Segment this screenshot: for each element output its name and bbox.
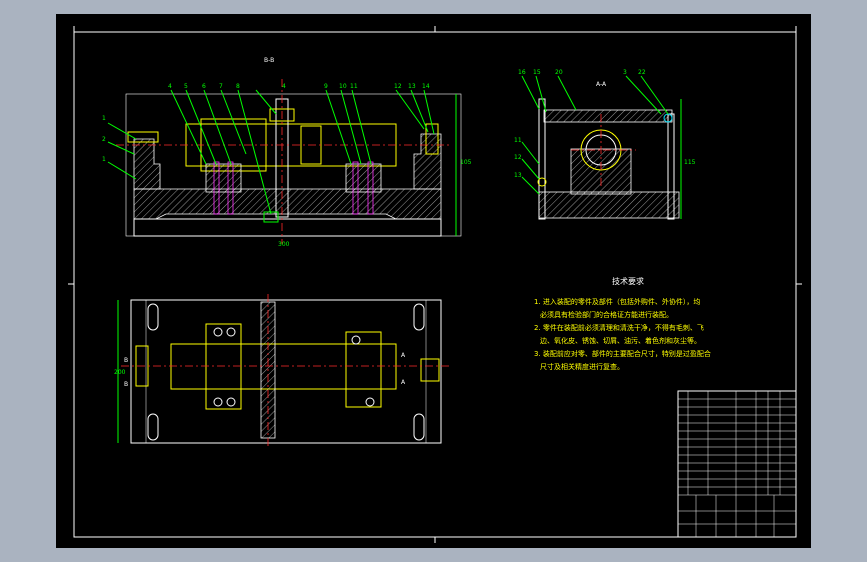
side-top-strap xyxy=(543,109,673,123)
base-bottom xyxy=(133,218,442,237)
v-block-left xyxy=(205,163,242,193)
plan-right-stop xyxy=(420,358,440,382)
section-label-bb: B-B xyxy=(264,57,274,64)
side-v-block xyxy=(570,148,632,195)
plan-view: 200 B B A A xyxy=(114,294,451,449)
left-upright xyxy=(133,138,161,190)
part-number-label: 13 xyxy=(514,172,522,179)
plan-shaft xyxy=(170,343,397,390)
dimension-text: 105 xyxy=(460,159,472,166)
tech-requirement-line: 尺寸及相关精度进行复查。 xyxy=(540,362,624,371)
part-number-label: 3 xyxy=(623,69,627,76)
part-number-label: 22 xyxy=(638,69,646,76)
tech-requirement-line: 必须具有检验部门的合格证方能进行装配。 xyxy=(540,310,673,319)
section-mark: A xyxy=(401,379,406,386)
part-number-label: 4 xyxy=(282,83,286,90)
tech-requirement-line: 2. 零件在装配前必须清理和清洗干净，不得有毛刺、飞 xyxy=(534,323,704,332)
part-number-label: 15 xyxy=(533,69,541,76)
part-number-label: 12 xyxy=(514,154,522,161)
part-number-label: 12 xyxy=(394,83,402,90)
cad-application: B-B 1 2 1 4 5 6 7 8 4 9 10 11 12 13 14 1… xyxy=(0,0,867,562)
bolt-head xyxy=(213,397,223,407)
front-section-view: B-B 1 2 1 4 5 6 7 8 4 9 10 11 12 13 14 1… xyxy=(102,57,472,248)
part-number-label: 11 xyxy=(514,137,522,144)
side-section-view: A-A 16 15 20 3 22 11 12 13 115 xyxy=(514,69,696,220)
bolt-head xyxy=(226,397,236,407)
part-number-label: 14 xyxy=(422,83,430,90)
part-number-label: 2 xyxy=(102,136,106,143)
bolt-head xyxy=(351,335,361,345)
section-mark: A xyxy=(401,352,406,359)
drawing-viewport[interactable]: B-B 1 2 1 4 5 6 7 8 4 9 10 11 12 13 14 1… xyxy=(56,14,811,548)
title-block xyxy=(677,390,797,538)
v-block-right xyxy=(345,163,382,193)
dimension-text: 300 xyxy=(278,241,290,248)
title-block-grid xyxy=(678,391,796,537)
tech-requirement-line: 边、氧化皮、锈蚀、切屑、油污、着色剂和灰尘等。 xyxy=(540,336,701,345)
mounting-slot xyxy=(147,413,159,441)
side-base xyxy=(538,191,680,219)
tech-requirement-line: 3. 装配前应对零、部件的主要配合尺寸，特别是过盈配合 xyxy=(534,349,711,358)
dimension-text: 115 xyxy=(684,159,696,166)
part-number-label: 1 xyxy=(102,156,106,163)
part-number-label: 6 xyxy=(202,83,206,90)
technical-requirements: 技术要求 1. 进入装配的零件及部件（包括外购件、外协件），均 必须具有检验部门… xyxy=(534,276,711,371)
mounting-slot xyxy=(147,303,159,331)
tech-requirement-line: 1. 进入装配的零件及部件（包括外购件、外协件），均 xyxy=(534,297,700,306)
part-number-label: 1 xyxy=(102,115,106,122)
section-mark: B xyxy=(124,357,128,364)
part-number-label: 7 xyxy=(219,83,223,90)
mounting-slot xyxy=(413,303,425,331)
right-upright xyxy=(413,133,442,190)
part-number-label: 13 xyxy=(408,83,416,90)
plan-base-inner xyxy=(145,299,427,444)
part-number-label: 16 xyxy=(518,69,526,76)
part-number-label: 10 xyxy=(339,83,347,90)
plan-v-block-right xyxy=(345,331,382,408)
part-number-label: 5 xyxy=(184,83,188,90)
bolt-head xyxy=(213,327,223,337)
assembly-drawing-sheet: B-B 1 2 1 4 5 6 7 8 4 9 10 11 12 13 14 1… xyxy=(68,26,802,543)
plan-v-block-left xyxy=(205,323,242,410)
part-number-label: 8 xyxy=(236,83,240,90)
tech-requirements-title: 技术要求 xyxy=(612,276,644,286)
plan-base-plate xyxy=(130,299,442,444)
part-number-label: 20 xyxy=(555,69,563,76)
bolt-head xyxy=(365,397,375,407)
part-number-label: 9 xyxy=(324,83,328,90)
dimension-text: 200 xyxy=(114,369,126,376)
section-mark: B xyxy=(124,381,128,388)
section-label-aa: A-A xyxy=(596,81,607,88)
part-number-label: 4 xyxy=(168,83,172,90)
mounting-slot xyxy=(413,413,425,441)
drawing-border xyxy=(73,31,797,538)
title-block-frame xyxy=(677,390,797,538)
bolt-head xyxy=(226,327,236,337)
part-number-label: 11 xyxy=(350,83,358,90)
